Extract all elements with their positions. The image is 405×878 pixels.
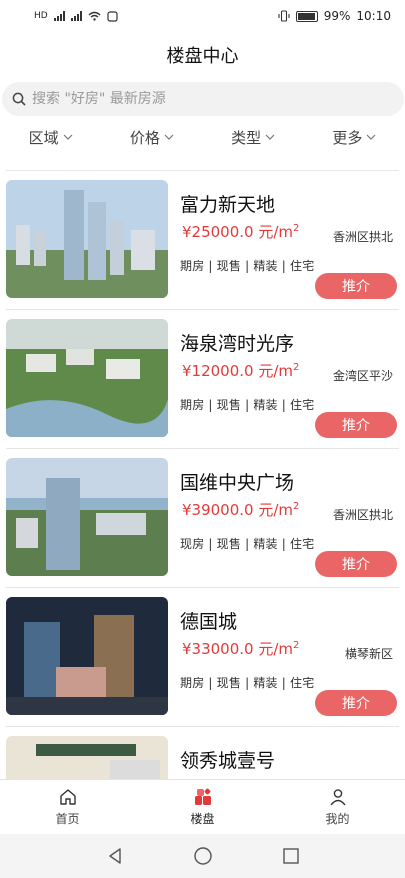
property-card[interactable]: 海泉湾时光序 ¥12000.0 元/m2 金湾区平沙 期房 | 现售 | 精装 … — [6, 310, 399, 449]
filter-region[interactable]: 区域 — [0, 122, 101, 152]
filter-label: 更多 — [332, 128, 363, 147]
status-left: HD — [34, 10, 118, 22]
property-name: 富力新天地 — [180, 194, 276, 216]
building-icon — [194, 788, 211, 805]
property-district: 金湾区平沙 — [332, 369, 393, 383]
filter-type[interactable]: 类型 — [203, 122, 304, 152]
page-title: 楼盘中心 — [166, 46, 239, 67]
chevron-down-icon — [63, 134, 73, 140]
home-icon — [59, 789, 76, 805]
filter-price[interactable]: 价格 — [101, 122, 202, 152]
nav-label: 楼盘 — [190, 812, 215, 826]
clock: 10:10 — [356, 9, 391, 23]
filter-row: 区域 价格 类型 更多 — [0, 122, 405, 152]
chevron-down-icon — [366, 134, 376, 140]
property-district: 横琴新区 — [344, 647, 393, 661]
signal-2g-icon — [70, 11, 82, 21]
recommend-button[interactable]: 推介 — [315, 273, 397, 299]
nav-buildings[interactable]: 楼盘 — [135, 780, 270, 834]
property-tags: 期房 | 现售 | 精装 | 住宅 — [180, 259, 315, 273]
property-tags: 期房 | 现售 | 精装 | 住宅 — [180, 676, 315, 690]
wifi-icon — [88, 11, 101, 21]
property-image — [6, 458, 168, 576]
back-icon[interactable] — [105, 846, 125, 866]
property-card[interactable]: 德国城 ¥33000.0 元/m2 横琴新区 期房 | 现售 | 精装 | 住宅… — [6, 588, 399, 727]
battery-percent: 99% — [323, 9, 351, 23]
recommend-button[interactable]: 推介 — [315, 551, 397, 577]
recommend-button[interactable]: 推介 — [315, 690, 397, 716]
status-bar: HD 99% 10:10 — [0, 0, 405, 32]
property-name: 领秀城壹号 — [180, 750, 276, 772]
system-nav-bar — [0, 834, 405, 878]
nav-home[interactable]: 首页 — [0, 780, 135, 834]
property-price: ¥33000.0 元/m2 — [182, 640, 300, 658]
nav-label: 首页 — [55, 812, 80, 826]
nav-label: 我的 — [325, 812, 350, 826]
property-image — [6, 180, 168, 298]
home-circle-icon[interactable] — [193, 846, 213, 866]
hd-indicator: HD — [34, 11, 48, 21]
property-price: ¥39000.0 元/m2 — [182, 501, 300, 519]
property-image — [6, 736, 168, 781]
bottom-nav: 首页 楼盘 我的 — [0, 779, 405, 834]
search-input[interactable] — [32, 91, 372, 107]
property-district: 香洲区拱北 — [332, 230, 393, 244]
filter-label: 价格 — [129, 128, 160, 147]
filter-label: 区域 — [28, 128, 59, 147]
property-card[interactable]: 富力新天地 ¥25000.0 元/m2 香洲区拱北 期房 | 现售 | 精装 |… — [6, 171, 399, 310]
chevron-down-icon — [164, 134, 174, 140]
user-icon — [329, 789, 346, 806]
property-image — [6, 597, 168, 715]
recents-icon[interactable] — [281, 846, 301, 866]
property-price: ¥25000.0 元/m2 — [182, 223, 300, 241]
nfc-icon — [107, 10, 118, 22]
recommend-button[interactable]: 推介 — [315, 412, 397, 438]
vibrate-icon — [278, 10, 290, 22]
property-tags: 现房 | 现售 | 精装 | 住宅 — [180, 537, 315, 551]
chevron-down-icon — [265, 134, 275, 140]
property-card[interactable]: 领秀城壹号 — [6, 727, 399, 781]
property-tags: 期房 | 现售 | 精装 | 住宅 — [180, 398, 315, 412]
filter-label: 类型 — [231, 128, 262, 147]
search-icon — [12, 92, 26, 106]
nav-profile[interactable]: 我的 — [270, 780, 405, 834]
signal-4g-icon — [53, 11, 65, 21]
property-name: 海泉湾时光序 — [180, 333, 295, 355]
property-name: 国维中央广场 — [180, 472, 295, 494]
property-list[interactable]: 富力新天地 ¥25000.0 元/m2 香洲区拱北 期房 | 现售 | 精装 |… — [0, 171, 405, 781]
property-district: 香洲区拱北 — [332, 508, 393, 522]
battery-icon — [295, 10, 318, 22]
property-image — [6, 319, 168, 437]
status-right: 99% 10:10 — [278, 9, 391, 23]
search-bar[interactable] — [2, 82, 404, 116]
property-name: 德国城 — [180, 611, 238, 633]
filter-more[interactable]: 更多 — [304, 122, 405, 152]
property-card[interactable]: 国维中央广场 ¥39000.0 元/m2 香洲区拱北 现房 | 现售 | 精装 … — [6, 449, 399, 588]
property-price: ¥12000.0 元/m2 — [182, 362, 300, 380]
